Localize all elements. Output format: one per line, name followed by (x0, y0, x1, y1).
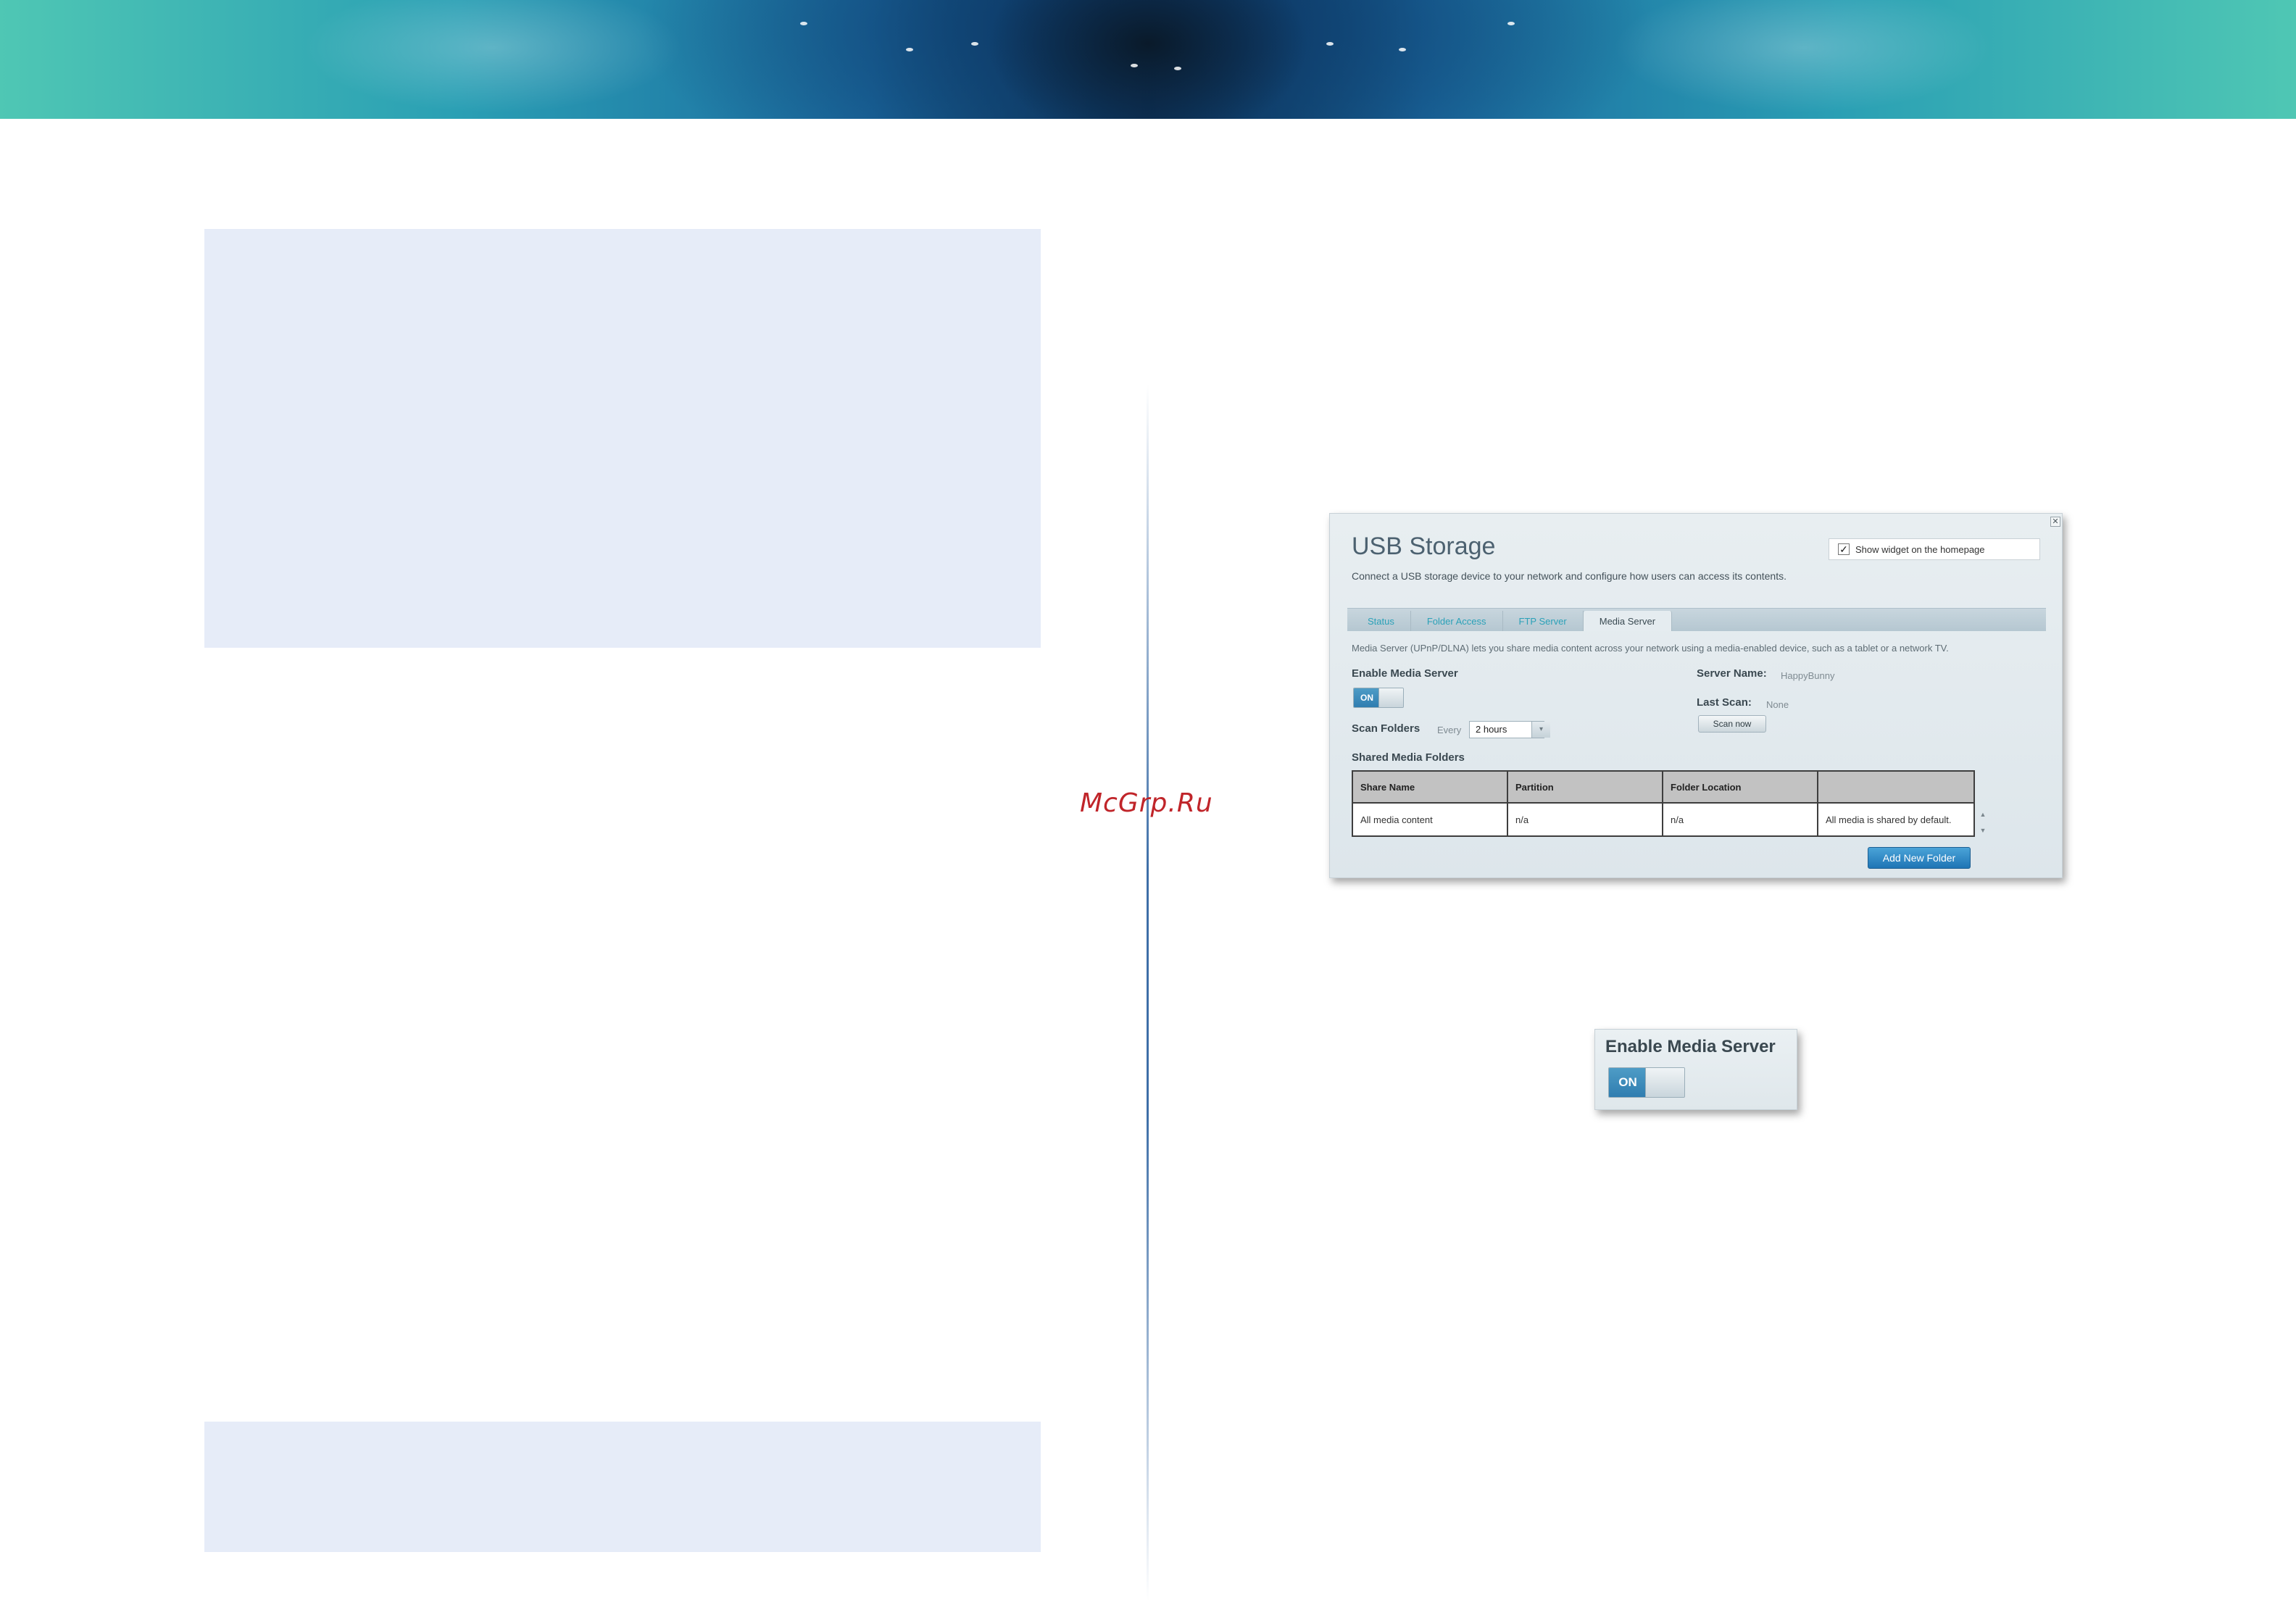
column-header-note (1817, 770, 1975, 804)
watermark: McGrp.Ru (1080, 788, 1213, 818)
media-server-info: Media Server (UPnP/DLNA) lets you share … (1352, 643, 1949, 654)
chevron-down-icon[interactable]: ▾ (1531, 722, 1550, 738)
header-banner (0, 0, 2296, 119)
banner-speck (1326, 42, 1334, 46)
enable-media-server-toggle[interactable]: ON (1353, 688, 1404, 708)
cell-partition: n/a (1507, 802, 1663, 837)
scan-folders-label: Scan Folders (1352, 722, 1421, 735)
server-name-label: Server Name: (1697, 667, 1767, 680)
column-header-folder-location: Folder Location (1662, 770, 1818, 804)
column-header-partition: Partition (1507, 770, 1663, 804)
enable-media-server-label: Enable Media Server (1352, 667, 1458, 680)
shared-folders-table: Share Name Partition Folder Location All… (1352, 770, 1975, 837)
zoom-enable-label: Enable Media Server (1605, 1037, 1776, 1056)
toggle-on-label: ON (1354, 688, 1380, 707)
table-scrollbar[interactable]: ▲ ▼ (1978, 806, 1988, 840)
tab-status[interactable]: Status (1352, 611, 1411, 631)
scan-interval-value: 2 hours (1476, 724, 1507, 735)
banner-speck (1131, 64, 1138, 67)
zoom-toggle-on-label: ON (1609, 1068, 1647, 1097)
banner-speck (1507, 22, 1515, 25)
last-scan-label: Last Scan: (1697, 696, 1752, 709)
tab-bar: Status Folder Access FTP Server Media Se… (1347, 608, 2046, 631)
zoom-enable-toggle[interactable]: ON (1608, 1067, 1685, 1098)
banner-speck (1174, 67, 1181, 70)
banner-speck (971, 42, 978, 46)
show-widget-checkbox[interactable]: ✓ (1838, 543, 1850, 555)
server-name-value: HappyBunny (1781, 670, 1835, 681)
usb-storage-widget: ✕ USB Storage Connect a USB storage devi… (1329, 513, 2063, 878)
banner-speck (906, 48, 913, 51)
banner-speck (1399, 48, 1406, 51)
scroll-up-icon[interactable]: ▲ (1978, 806, 1988, 822)
add-new-folder-button[interactable]: Add New Folder (1868, 847, 1971, 869)
shared-media-folders-label: Shared Media Folders (1352, 751, 1465, 764)
tab-ftp-server[interactable]: FTP Server (1503, 611, 1584, 631)
table-row[interactable]: All media content n/a n/a All media is s… (1352, 802, 1975, 837)
every-label: Every (1437, 725, 1462, 735)
zoom-toggle-knob (1645, 1068, 1684, 1097)
tab-folder-access[interactable]: Folder Access (1411, 611, 1503, 631)
tab-media-server[interactable]: Media Server (1583, 611, 1673, 631)
close-icon[interactable]: ✕ (2050, 517, 2060, 527)
widget-description: Connect a USB storage device to your net… (1352, 570, 1787, 582)
scan-now-button[interactable]: Scan now (1698, 715, 1766, 733)
column-divider (1147, 384, 1149, 1601)
banner-speck (800, 22, 807, 25)
last-scan-value: None (1766, 699, 1789, 710)
toggle-knob (1378, 688, 1403, 707)
column-header-share-name: Share Name (1352, 770, 1508, 804)
cell-note: All media is shared by default. (1817, 802, 1975, 837)
scroll-down-icon[interactable]: ▼ (1978, 822, 1988, 838)
enable-media-server-zoom: Enable Media Server ON (1594, 1029, 1797, 1110)
show-widget-option[interactable]: ✓ Show widget on the homepage (1829, 538, 2040, 560)
cell-share-name: All media content (1352, 802, 1508, 837)
show-widget-label: Show widget on the homepage (1855, 543, 1985, 555)
note-panel-top (204, 229, 1041, 648)
note-panel-bottom (204, 1422, 1041, 1552)
cell-folder-location: n/a (1662, 802, 1818, 837)
widget-title: USB Storage (1352, 533, 1496, 560)
